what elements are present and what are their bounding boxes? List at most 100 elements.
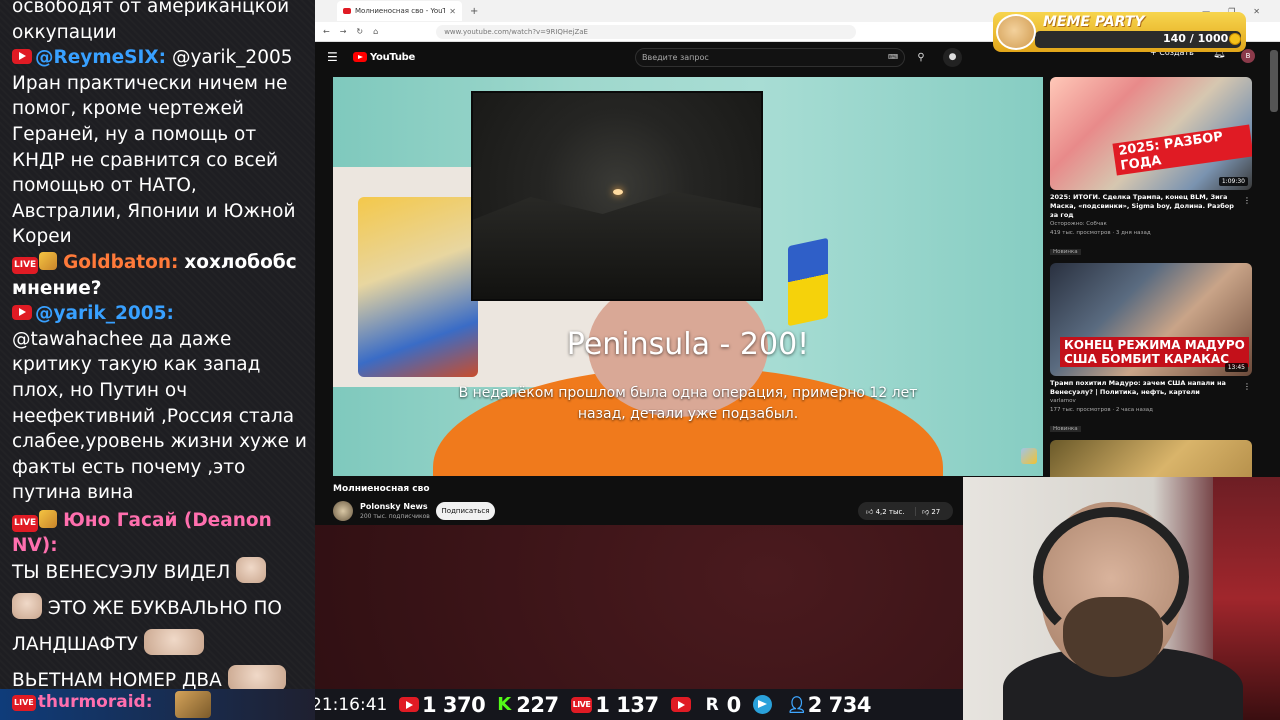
back-icon[interactable]: ← [323,27,330,36]
cat-emote-icon [236,557,267,584]
stream-stats-bar: LIVE thurmoraid: 21:16:41 1 370 K 227 LIVE… [0,689,963,720]
related-video[interactable]: 2025: РАЗБОР ГОДА 1:09:30 2025: ИТОГИ. С… [1050,77,1255,257]
new-tab-icon[interactable]: + [470,6,478,17]
live-badge: LIVE [12,256,39,274]
duration-badge: 1:09:30 [1218,177,1248,186]
footage-flash [613,189,623,195]
play-platform [670,697,694,712]
related-video-channel[interactable]: Осторожно: Собчак [1050,220,1255,229]
browser-window: Молниеносная сво - YouTube ✕ + — ❐ ✕ ← →… [315,0,1280,525]
more-options-icon[interactable]: ⋮ [1243,196,1251,205]
chat-messages: освободят от американцкой оккупации @Rey… [12,0,310,690]
caption-text: В недалёком прошлом была одна операция, … [333,383,1043,425]
live-viewers: LIVE 1 137 [570,693,659,717]
close-window-icon[interactable]: ✕ [1253,7,1260,16]
thumbnail-text-line: США БОМБИТ КАРАКАС [1064,352,1230,366]
home-icon[interactable]: ⌂ [373,27,378,36]
rutube-viewers: R0 [706,693,742,717]
new-badge: Новинка [1050,426,1081,432]
chat-username: @yarik_2005: [35,303,174,325]
reload-icon[interactable]: ↻ [356,27,363,36]
video-thumbnail[interactable]: 2025: РАЗБОР ГОДА 1:09:30 [1050,77,1252,190]
emote-icon [175,691,211,718]
menu-icon[interactable]: ☰ [327,50,349,64]
search-input[interactable]: Введите запрос ⌨ [635,48,905,67]
live-badge: LIVE [12,695,36,711]
meme-party-title: MEME PARTY [1043,14,1145,30]
thumbnail-text: 2025: РАЗБОР ГОДА [1112,124,1252,176]
inset-footage [471,91,763,301]
chat-username: LIVE thurmoraid: [12,692,153,712]
youtube-viewer-count: 1 370 [422,692,486,717]
channel-avatar[interactable] [333,501,353,521]
video-player[interactable]: Peninsula - 200! В недалёком прошлом был… [333,77,1043,476]
chat-message-text: освободят от американцкой оккупации [12,0,290,43]
browser-tab[interactable]: Молниеносная сво - YouTube ✕ [337,1,462,21]
footage-terrain [473,191,761,299]
telegram-platform [752,695,775,714]
like-dislike-group: 👍︎ 4,2 тыс. 👎︎ 27 [858,502,953,520]
flag [788,237,828,327]
emote-icon [39,251,58,270]
forward-icon[interactable]: → [340,27,347,36]
microphone-icon[interactable]: ● [943,48,962,67]
webcam-feed [963,477,1280,720]
chat-message: LIVE Goldbaton: хохлобобс мнение? [12,250,310,301]
scrollbar[interactable] [1270,50,1278,112]
video-title: Молниеносная сво [333,484,430,494]
meme-party-widget: MEME PARTY 140 / 1000 [993,12,1246,52]
related-video-channel[interactable]: varlamov [1050,397,1255,406]
youtube-icon [12,49,32,65]
more-options-icon[interactable]: ⋮ [1243,382,1251,391]
related-videos: 2025: РАЗБОР ГОДА 1:09:30 2025: ИТОГИ. С… [1050,77,1255,525]
total-viewer-count: 2 734 [807,692,872,717]
dislike-button[interactable]: 👎︎ 27 [916,507,940,516]
video-thumbnail[interactable]: КОНЕЦ РЕЖИМА МАДУРО США БОМБИТ КАРАКАС 1… [1050,263,1252,376]
channel-subscribers: 200 тыс. подписчиков [360,513,430,520]
like-button[interactable]: 👍︎ 4,2 тыс. [858,506,916,516]
subscribe-button[interactable]: Подписаться [436,502,495,520]
cat-emote-icon [227,665,286,690]
user-icon: 👤︎ [786,694,807,714]
thumbnail-text-line: КОНЕЦ РЕЖИМА МАДУРО [1064,338,1245,352]
related-video-meta: 419 тыс. просмотров · 3 дня назад [1050,230,1151,236]
chat-username: @ReymeSIX: [35,47,167,69]
related-video-title[interactable]: 2025: ИТОГИ. Сделка Трампа, конец BLM, З… [1050,193,1240,220]
caption-title: Peninsula - 200! [566,327,810,362]
meme-party-count: 140 / 1000 [1163,32,1229,45]
related-video[interactable]: КОНЕЦ РЕЖИМА МАДУРО США БОМБИТ КАРАКАС 1… [1050,263,1255,434]
chat-message: освободят от американцкой оккупации [12,0,310,45]
keyboard-icon[interactable]: ⌨ [888,49,898,66]
new-badge: Новинка [1050,249,1081,255]
chat-message-text: ВЬЕТНАМ НОМЕР ДВА [12,670,222,690]
like-count: 4,2 тыс. [875,507,905,516]
search-icon[interactable]: ⚲ [909,48,933,67]
total-viewers: 👤︎ 2 734 [786,692,872,717]
thumbs-up-icon: 👍︎ [866,507,874,516]
live-badge: LIVE [12,514,39,532]
telegram-icon [752,695,772,714]
stream-overlay: освободят от американцкой оккупации @Rey… [0,0,1280,720]
channel-name[interactable]: Polonsky News [360,502,428,511]
close-icon[interactable]: ✕ [449,7,456,16]
search-placeholder: Введите запрос [642,53,709,62]
chat-message-text: @tawahachee да даже критику такую как за… [12,328,307,504]
url-field[interactable]: www.youtube.com/watch?v=9RIQHejZaE [436,24,857,39]
kick-icon: K [497,693,511,715]
chat-last-message: LIVE thurmoraid: [0,689,315,720]
chat-message-text: ТЫ ВЕНЕСУЭЛУ ВИДЕЛ [12,562,231,584]
tab-title: Молниеносная сво - YouTube [355,7,446,15]
caption-line: В недалёком прошлом была одна операция, … [458,385,918,401]
cat-emote-icon [143,629,204,656]
youtube-logo[interactable]: YouTube [353,52,415,63]
youtube-logo-text: YouTube [370,51,415,63]
related-video-title[interactable]: Трамп похитил Мадуро: зачем США напали н… [1050,379,1240,397]
youtube-viewers: 1 370 [399,692,486,717]
chat-message: @ReymeSIX: @yarik_2005 Иран практически … [12,45,310,250]
dislike-count: 27 [931,507,941,516]
duration-badge: 13:45 [1224,363,1248,372]
chat-username-text: thurmoraid: [37,692,153,712]
kick-viewers: K 227 [497,693,559,717]
coin-icon [1229,33,1241,45]
chat-message-text: ЭТО ЖЕ БУКВАЛЬНО ПО [47,598,282,620]
